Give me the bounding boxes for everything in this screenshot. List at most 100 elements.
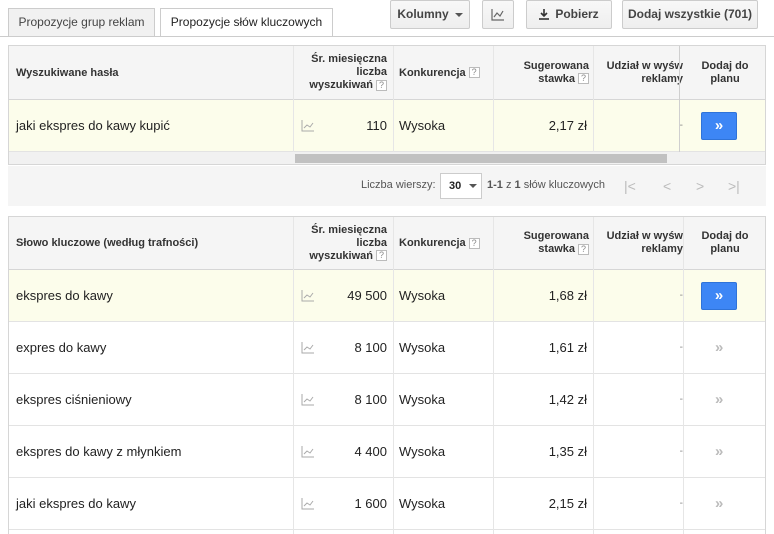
download-label: Pobierz (555, 7, 599, 21)
add-all-button[interactable]: Dodaj wszystkie (701) (622, 0, 758, 29)
header-line: Udział w wyśw (606, 230, 683, 242)
header-line: Sugerowana (523, 230, 589, 242)
impression-share: - (679, 446, 683, 457)
add-to-plan-button[interactable]: » (715, 322, 735, 373)
table-row: ekspres ciśnieniowy 8 100 Wysoka 1,42 zł… (9, 374, 765, 426)
avg-searches: 110 (366, 118, 387, 133)
impression-share: - (679, 342, 683, 353)
next-page-icon[interactable]: > (696, 178, 704, 194)
competition: Wysoka (399, 392, 446, 407)
first-page-icon[interactable]: |< (624, 178, 636, 194)
header-line: Dodaj do (701, 230, 749, 242)
column-divider (593, 217, 594, 534)
header-line: planu (710, 72, 740, 85)
column-divider (593, 46, 594, 164)
horizontal-scrollbar[interactable] (9, 152, 765, 164)
header-line: Udział w wyśw (606, 59, 683, 72)
col-header-avg-searches[interactable]: Śr. miesięczna liczba wyszukiwań? (295, 217, 387, 269)
impression-share: - (679, 394, 683, 405)
suggested-bid: 1,61 zł (548, 340, 587, 355)
help-icon[interactable]: ? (468, 67, 480, 78)
table-row: jaki ekspres do kawy 1 600 Wysoka 2,15 z… (9, 478, 765, 530)
col-header-competition[interactable]: Konkurencja? (399, 217, 499, 269)
header-line: reklamy (641, 72, 683, 85)
columns-button[interactable]: Kolumny (390, 0, 470, 29)
table-header: Słowo kluczowe (według trafności) Śr. mi… (9, 217, 765, 270)
col-header-add-to-plan: Dodaj do planu (685, 46, 765, 99)
column-divider (293, 46, 294, 164)
help-icon[interactable]: ? (578, 73, 589, 85)
header-line: stawka? (538, 73, 589, 86)
add-to-plan-button[interactable]: » (701, 270, 741, 321)
keyword-text: jaki ekspres do kawy (16, 496, 136, 511)
column-divider (493, 46, 494, 164)
chevron-down-icon (454, 12, 463, 17)
impression-share: - (679, 120, 683, 131)
add-to-plan-button[interactable]: » (715, 478, 735, 529)
suggested-bid: 1,42 zł (548, 392, 587, 407)
help-icon[interactable]: ? (468, 237, 480, 249)
col-header-impression-share[interactable]: Udział w wyśw reklamy (601, 217, 683, 269)
header-line: wyszukiwań? (309, 79, 387, 92)
competition: Wysoka (399, 118, 446, 133)
tab-keyword-ideas[interactable]: Propozycje słów kluczowych (160, 8, 333, 37)
table-row: jaki ekspres do kawy kupić 110 Wysoka 2,… (9, 100, 765, 152)
competition: Wysoka (399, 496, 446, 511)
help-icon[interactable]: ? (376, 79, 387, 91)
column-divider (679, 46, 680, 164)
suggested-bid: 1,35 zł (548, 444, 587, 459)
download-button[interactable]: Pobierz (526, 0, 612, 29)
columns-label: Kolumny (397, 7, 449, 21)
add-icon: » (701, 111, 737, 140)
header-line: wyszukiwań? (309, 250, 387, 263)
header-line: Śr. miesięczna (311, 53, 387, 65)
col-header-term[interactable]: Wyszukiwane hasła (16, 46, 296, 99)
column-divider (493, 217, 494, 534)
last-page-icon[interactable]: >| (728, 178, 740, 194)
chart-toggle-button[interactable] (482, 0, 514, 29)
add-to-plan-button[interactable]: » (701, 100, 741, 151)
col-header-suggested-bid[interactable]: Sugerowana stawka? (497, 46, 589, 99)
col-header-suggested-bid[interactable]: Sugerowana stawka? (497, 217, 589, 269)
header-line: Sugerowana (523, 59, 589, 72)
table-row: ekspres do kawy z młynkiem 4 400 Wysoka … (9, 426, 765, 478)
prev-page-icon[interactable]: < (663, 178, 671, 194)
tab-label: Propozycje słów kluczowych (170, 15, 323, 29)
competition: Wysoka (399, 444, 446, 459)
rows-per-page-select[interactable]: 30 (440, 173, 482, 199)
avg-searches: 4 400 (354, 444, 387, 459)
add-to-plan-button[interactable]: » (715, 426, 735, 477)
rows-per-page-value: 30 (449, 180, 462, 192)
tab-ad-group-ideas[interactable]: Propozycje grup reklam (8, 8, 155, 36)
keyword-text: ekspres do kawy z młynkiem (16, 444, 182, 459)
competition: Wysoka (399, 288, 446, 303)
help-icon[interactable]: ? (578, 243, 589, 255)
add-all-label: Dodaj wszystkie (701) (627, 7, 753, 21)
help-icon[interactable]: ? (376, 250, 387, 262)
avg-searches: 49 500 (347, 288, 387, 303)
top-toolbar: Propozycje grup reklam Propozycje słów k… (0, 0, 774, 37)
add-to-plan-button[interactable]: » (715, 374, 735, 425)
column-divider (393, 217, 394, 534)
pagination-bar: Liczba wierszy: 30 1-1 z 1 słów kluczowy… (8, 166, 766, 206)
avg-searches: 8 100 (354, 340, 387, 355)
col-header-competition[interactable]: Konkurencja? (399, 46, 499, 99)
add-icon: » (701, 281, 737, 310)
avg-searches: 1 600 (354, 496, 387, 511)
keyword-text: jaki ekspres do kawy kupić (16, 118, 170, 133)
column-divider (683, 217, 684, 534)
header-line: stawka? (538, 243, 589, 256)
col-header-keyword[interactable]: Słowo kluczowe (według trafności) (16, 217, 296, 269)
line-chart-icon (491, 8, 504, 21)
col-header-impression-share[interactable]: Udział w wyśw reklamy (601, 46, 683, 99)
scrollbar-thumb[interactable] (295, 154, 667, 163)
column-divider (393, 46, 394, 164)
page-range-text: 1-1 z 1 słów kluczowych (487, 179, 606, 191)
keyword-text: expres do kawy (16, 340, 107, 355)
keyword-ideas-table: Słowo kluczowe (według trafności) Śr. mi… (8, 216, 766, 534)
download-icon (539, 9, 550, 21)
col-header-avg-searches[interactable]: Śr. miesięczna liczba wyszukiwań? (295, 46, 387, 99)
table-header: Wyszukiwane hasła Śr. miesięczna liczba … (9, 46, 765, 100)
suggested-bid: 2,15 zł (548, 496, 587, 511)
keyword-text: ekspres do kawy (16, 288, 113, 303)
